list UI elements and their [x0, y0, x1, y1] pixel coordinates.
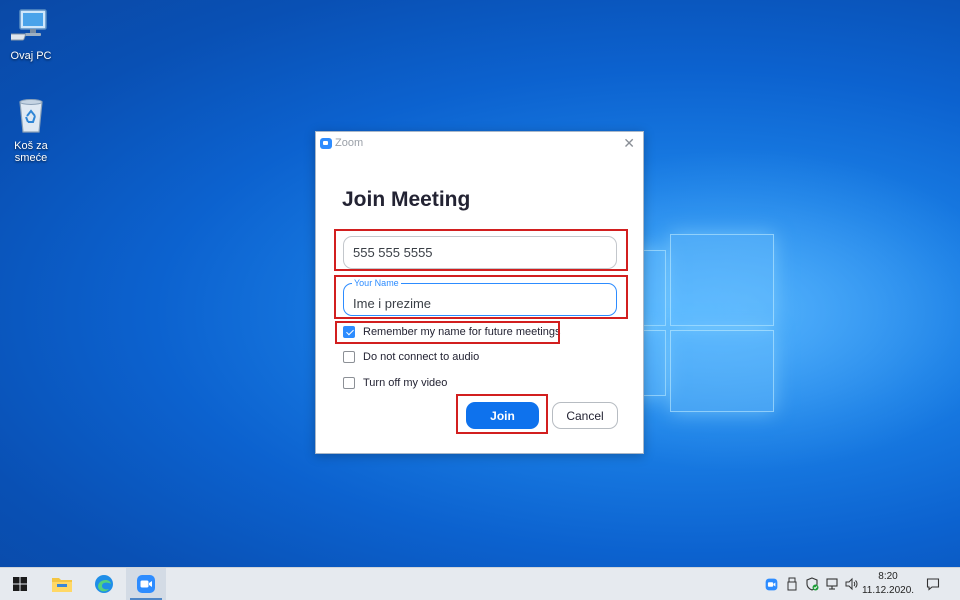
desktop-icon-recycle-bin[interactable]: Koš za smeće — [0, 96, 64, 164]
cancel-button[interactable]: Cancel — [552, 402, 618, 429]
system-clock[interactable]: 8:20 11.12.2020. — [858, 570, 918, 598]
start-button[interactable] — [0, 568, 40, 600]
desktop-icon-label: Koš za smeće — [14, 140, 48, 164]
no-audio-checkbox[interactable] — [343, 351, 355, 363]
recycle-bin-icon — [11, 96, 51, 136]
no-audio-label: Do not connect to audio — [363, 351, 480, 363]
video-off-option[interactable]: Turn off my video — [343, 377, 447, 389]
remember-name-option[interactable]: Remember my name for future meetings — [343, 326, 560, 338]
video-off-label: Turn off my video — [363, 377, 448, 389]
tray-security[interactable] — [803, 568, 821, 600]
window-title: Zoom — [335, 137, 364, 149]
taskbar: 8:20 11.12.2020. — [0, 567, 960, 600]
usb-drive-icon — [787, 577, 797, 591]
no-audio-option[interactable]: Do not connect to audio — [343, 351, 479, 363]
tray-network[interactable] — [823, 568, 841, 600]
zoom-tray-icon — [765, 578, 777, 590]
meeting-id-input[interactable] — [343, 236, 617, 269]
taskbar-edge[interactable] — [84, 568, 124, 600]
your-name-label: Your Name — [352, 278, 401, 288]
network-icon — [826, 578, 838, 590]
video-off-checkbox[interactable] — [343, 377, 355, 389]
clock-time: 8:20 — [878, 571, 898, 582]
close-icon[interactable]: ✕ — [623, 135, 635, 152]
zoom-icon — [137, 575, 155, 593]
taskbar-zoom[interactable] — [126, 568, 166, 600]
join-button[interactable]: Join — [466, 402, 539, 429]
speaker-icon — [845, 577, 858, 591]
notification-icon — [926, 578, 940, 591]
desktop-icon-label: Ovaj PC — [10, 50, 52, 62]
computer-icon — [1, 6, 51, 46]
taskbar-file-explorer[interactable] — [42, 568, 82, 600]
remember-name-label: Remember my name for future meetings — [363, 326, 561, 338]
dialog-titlebar: Zoom ✕ — [316, 132, 643, 154]
remember-name-checkbox[interactable] — [343, 326, 355, 338]
action-center-button[interactable] — [922, 568, 944, 600]
edge-browser-icon — [95, 575, 113, 593]
zoom-app-icon — [320, 138, 332, 149]
join-meeting-dialog: Zoom ✕ Join Meeting Your Name Remember m… — [315, 131, 644, 454]
shield-icon — [806, 577, 819, 591]
tray-zoom[interactable] — [762, 568, 780, 600]
tray-usb[interactable] — [783, 568, 801, 600]
dialog-heading: Join Meeting — [342, 188, 471, 211]
desktop-icon-this-pc[interactable]: Ovaj PC — [0, 6, 64, 62]
windows-start-icon — [13, 577, 27, 591]
folder-icon — [52, 578, 72, 592]
clock-date: 11.12.2020. — [861, 585, 915, 596]
